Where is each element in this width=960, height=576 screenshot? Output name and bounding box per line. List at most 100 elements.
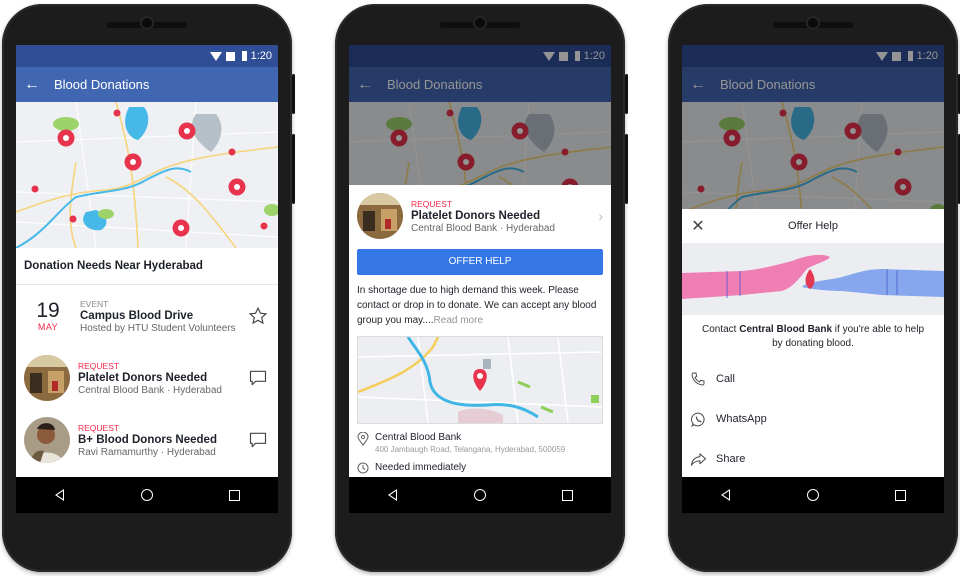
comment-icon[interactable] bbox=[246, 366, 270, 390]
item-name: Campus Blood Drive bbox=[80, 309, 194, 322]
list-item-event[interactable]: 19 MAY EVENT Campus Blood Drive Hosted b… bbox=[16, 285, 278, 347]
screen: 1:20 ← Blood Donations bbox=[16, 45, 278, 477]
phone-icon bbox=[690, 371, 716, 387]
whatsapp-action[interactable]: WhatsApp bbox=[682, 399, 944, 439]
nav-back-button[interactable] bbox=[373, 485, 413, 505]
helping-hands-illustration bbox=[682, 243, 944, 315]
section-title: Donation Needs Near Hyderabad bbox=[24, 260, 203, 272]
status-bar: 1:20 bbox=[16, 45, 278, 67]
item-name: B+ Blood Donors Needed bbox=[78, 433, 217, 446]
item-text: REQUEST Platelet Donors Needed Central B… bbox=[411, 199, 598, 234]
app-bar: ← Blood Donations bbox=[16, 67, 278, 102]
nav-recents-button[interactable] bbox=[214, 485, 254, 505]
phone-3: 1:20 ← Blood Donations ✕ Offer Help Cont… bbox=[668, 4, 960, 572]
whatsapp-label: WhatsApp bbox=[716, 413, 767, 425]
volume-button bbox=[292, 134, 295, 204]
avatar-blood-bank bbox=[357, 193, 403, 239]
android-nav-bar bbox=[16, 477, 278, 513]
nav-home-button[interactable] bbox=[460, 485, 500, 505]
square-recents-icon bbox=[228, 489, 240, 501]
item-text: EVENT Campus Blood Drive Hosted by HTU S… bbox=[80, 299, 246, 334]
item-sub: Ravi Ramamurthy · Hyderabad bbox=[78, 446, 216, 458]
battery-icon bbox=[241, 51, 247, 61]
square-recents-icon bbox=[894, 489, 906, 501]
item-kicker: EVENT bbox=[80, 298, 109, 309]
signal-icon bbox=[225, 51, 235, 61]
nav-home-button[interactable] bbox=[127, 485, 167, 505]
request-header[interactable]: REQUEST Platelet Donors Needed Central B… bbox=[349, 185, 611, 243]
comment-icon[interactable] bbox=[246, 428, 270, 452]
screen: 1:20 ← Blood Donations bbox=[682, 45, 944, 477]
offer-help-sheet: ✕ Offer Help Contact Central Blood Bank … bbox=[682, 209, 944, 477]
square-recents-icon bbox=[561, 489, 573, 501]
chevron-right-icon: › bbox=[598, 208, 603, 224]
item-text: REQUEST B+ Blood Donors Needed Ravi Rama… bbox=[78, 423, 246, 458]
triangle-back-icon bbox=[721, 489, 731, 501]
request-kicker: REQUEST bbox=[411, 198, 453, 209]
city-map bbox=[16, 102, 278, 248]
contact-message: Contact Central Blood Bank if you're abl… bbox=[682, 315, 944, 359]
event-day: 19 bbox=[36, 299, 60, 322]
phone-2: 1:20 ← Blood Donations REQUEST Platelet … bbox=[335, 4, 628, 572]
close-icon[interactable]: ✕ bbox=[682, 216, 714, 236]
location-info[interactable]: Central Blood Bank 400 Jambaugh Road, Te… bbox=[349, 424, 611, 454]
screen: 1:20 ← Blood Donations bbox=[349, 45, 611, 477]
clock-icon bbox=[357, 462, 375, 477]
request-description: In shortage due to high demand this week… bbox=[349, 275, 611, 328]
android-nav-bar bbox=[349, 477, 611, 513]
call-label: Call bbox=[716, 373, 735, 385]
circle-home-icon bbox=[473, 489, 486, 501]
item-kicker: REQUEST bbox=[78, 422, 120, 433]
nav-recents-button[interactable] bbox=[547, 485, 587, 505]
front-camera bbox=[808, 18, 818, 28]
location-pin-icon bbox=[357, 431, 375, 449]
nav-back-button[interactable] bbox=[706, 485, 746, 505]
urgency-info: Needed immediately bbox=[349, 454, 611, 477]
request-detail-card: REQUEST Platelet Donors Needed Central B… bbox=[349, 185, 611, 477]
read-more-link[interactable]: Read more bbox=[434, 315, 483, 326]
sheet-title: Offer Help bbox=[788, 220, 838, 232]
back-arrow-icon[interactable]: ← bbox=[16, 76, 48, 94]
item-name: Platelet Donors Needed bbox=[78, 371, 208, 384]
share-label: Share bbox=[716, 453, 746, 465]
event-month: MAY bbox=[37, 322, 59, 332]
list-item-request[interactable]: REQUEST Platelet Donors Needed Central B… bbox=[16, 347, 278, 409]
clock: 1:20 bbox=[250, 50, 272, 62]
triangle-back-icon bbox=[55, 489, 65, 501]
request-sub: Central Blood Bank · Hyderabad bbox=[411, 222, 555, 234]
contact-org: Central Blood Bank bbox=[739, 324, 833, 335]
scrim-overlay[interactable] bbox=[682, 45, 944, 209]
wifi-icon bbox=[209, 51, 222, 61]
location-map[interactable] bbox=[357, 336, 603, 424]
nav-home-button[interactable] bbox=[793, 485, 833, 505]
location-name: Central Blood Bank bbox=[375, 432, 462, 443]
event-date: 19 MAY bbox=[24, 299, 72, 333]
contact-prefix: Contact bbox=[701, 324, 740, 335]
share-icon bbox=[690, 451, 716, 468]
nav-recents-button[interactable] bbox=[880, 485, 920, 505]
whatsapp-icon bbox=[690, 411, 716, 428]
android-nav-bar bbox=[682, 477, 944, 513]
list-item-request[interactable]: REQUEST B+ Blood Donors Needed Ravi Rama… bbox=[16, 409, 278, 471]
volume-button bbox=[625, 134, 628, 204]
avatar-blood-bank bbox=[24, 355, 70, 401]
item-kicker: REQUEST bbox=[78, 360, 120, 371]
avatar-person bbox=[24, 417, 70, 463]
circle-home-icon bbox=[806, 489, 819, 501]
app-title: Blood Donations bbox=[54, 77, 150, 92]
location-address: 400 Jambaugh Road, Telangana, Hyderabad,… bbox=[375, 445, 566, 454]
item-sub: Central Blood Bank · Hyderabad bbox=[78, 384, 222, 396]
front-camera bbox=[142, 18, 152, 28]
nav-back-button[interactable] bbox=[40, 485, 80, 505]
circle-home-icon bbox=[140, 489, 153, 501]
star-icon[interactable] bbox=[246, 304, 270, 328]
offer-help-button[interactable]: OFFER HELP bbox=[357, 249, 603, 275]
triangle-back-icon bbox=[388, 489, 398, 501]
call-action[interactable]: Call bbox=[682, 359, 944, 399]
donation-map[interactable] bbox=[16, 102, 278, 248]
item-text: REQUEST Platelet Donors Needed Central B… bbox=[78, 361, 246, 396]
scrim-overlay[interactable] bbox=[349, 45, 611, 185]
phone-1: 1:20 ← Blood Donations Donation Needs Ne… bbox=[2, 4, 295, 572]
share-action[interactable]: Share bbox=[682, 439, 944, 477]
power-button bbox=[292, 74, 295, 114]
